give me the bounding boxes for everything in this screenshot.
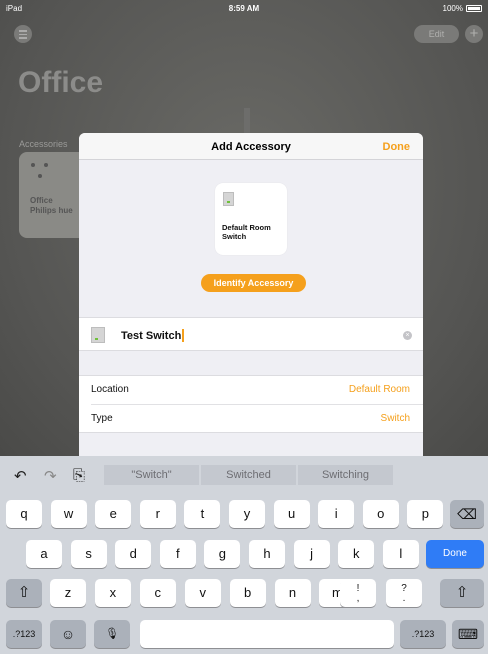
question-period-key[interactable]: ?. (386, 579, 422, 607)
accessory-name-field[interactable]: Test Switch × (79, 317, 423, 351)
key-p[interactable]: p (407, 500, 444, 528)
hide-keyboard-key[interactable]: ⌨ (452, 620, 484, 648)
key-w[interactable]: w (50, 500, 87, 528)
backspace-key[interactable]: ⌫ (450, 500, 484, 528)
shortcut-bar: ↶ ↷ ⎘ "Switch" Switched Switching (0, 456, 488, 494)
dictation-key[interactable]: 🎙 (94, 620, 130, 648)
suggestion-3[interactable]: Switching (298, 465, 393, 485)
shift-key-left[interactable]: ⇧ (6, 579, 42, 607)
battery-indicator: 100% (443, 4, 482, 13)
emoji-key[interactable]: ☺ (50, 620, 86, 648)
key-s[interactable]: s (70, 540, 107, 568)
done-key[interactable]: Done (426, 540, 484, 568)
undo-icon[interactable]: ↶ (14, 467, 27, 485)
sheet-title: Add Accessory (211, 141, 291, 153)
accessory-tile-room: Office (30, 196, 53, 205)
add-accessory-sheet: Add Accessory Done Default Room Switch I… (79, 133, 423, 456)
add-button[interactable]: + (465, 25, 483, 43)
key-o[interactable]: o (362, 500, 399, 528)
battery-icon (466, 5, 482, 12)
key-k[interactable]: k (338, 540, 375, 568)
status-bar: iPad 8:59 AM 100% (0, 0, 488, 18)
location-row[interactable]: Location Default Room (79, 376, 423, 405)
hue-bridge-icon (31, 163, 49, 181)
key-b[interactable]: b (229, 579, 266, 607)
key-r[interactable]: r (139, 500, 176, 528)
key-f[interactable]: f (159, 540, 196, 568)
exclamation-comma-key[interactable]: !, (340, 579, 376, 607)
paste-icon[interactable]: ⎘ (73, 467, 85, 484)
key-i[interactable]: i (318, 500, 355, 528)
accessory-details-table: Location Default Room Type Switch (79, 375, 423, 433)
type-value[interactable]: Switch (381, 413, 410, 424)
key-h[interactable]: h (249, 540, 285, 568)
accessory-card-name: Default Room Switch (222, 223, 271, 241)
key-l[interactable]: l (382, 540, 419, 568)
key-u[interactable]: u (273, 500, 310, 528)
switch-icon (91, 327, 105, 343)
location-label: Location (91, 384, 129, 395)
edit-button[interactable]: Edit (414, 25, 459, 43)
key-c[interactable]: c (139, 579, 176, 607)
numbers-key-left[interactable]: .?123 (6, 620, 42, 648)
space-bar[interactable] (140, 620, 394, 648)
location-value[interactable]: Default Room (349, 384, 410, 395)
key-j[interactable]: j (293, 540, 330, 568)
accessory-tile-name: Philips hue (30, 206, 73, 215)
suggestion-1[interactable]: "Switch" (104, 465, 199, 485)
accessory-name-input[interactable]: Test Switch (121, 330, 181, 342)
key-e[interactable]: e (95, 500, 132, 528)
key-a[interactable]: a (26, 540, 62, 568)
sheet-header: Add Accessory Done (79, 133, 423, 160)
numbers-key-right[interactable]: .?123 (400, 620, 446, 648)
onscreen-keyboard: ↶ ↷ ⎘ "Switch" Switched Switching qwerty… (0, 456, 488, 654)
key-g[interactable]: g (204, 540, 241, 568)
battery-percent: 100% (442, 4, 463, 13)
key-n[interactable]: n (274, 579, 311, 607)
clear-text-icon[interactable]: × (403, 331, 412, 340)
identify-accessory-button[interactable]: Identify Accessory (201, 274, 306, 292)
switch-icon (223, 192, 234, 206)
room-title: Office (18, 66, 104, 99)
shift-key-right[interactable]: ⇧ (440, 579, 484, 607)
key-x[interactable]: x (94, 579, 131, 607)
key-t[interactable]: t (184, 500, 221, 528)
key-v[interactable]: v (184, 579, 221, 607)
type-row[interactable]: Type Switch (79, 405, 423, 433)
key-q[interactable]: q (6, 500, 42, 528)
type-label: Type (91, 413, 113, 424)
key-y[interactable]: y (229, 500, 265, 528)
key-d[interactable]: d (115, 540, 152, 568)
clock: 8:59 AM (228, 4, 260, 13)
suggestion-2[interactable]: Switched (201, 465, 296, 485)
accessories-section-label: Accessories (19, 139, 68, 149)
menu-icon[interactable] (14, 25, 32, 43)
key-z[interactable]: z (50, 579, 86, 607)
redo-icon[interactable]: ↷ (44, 467, 57, 485)
done-button[interactable]: Done (383, 141, 411, 153)
text-cursor (182, 329, 184, 342)
accessory-card: Default Room Switch (215, 183, 287, 255)
